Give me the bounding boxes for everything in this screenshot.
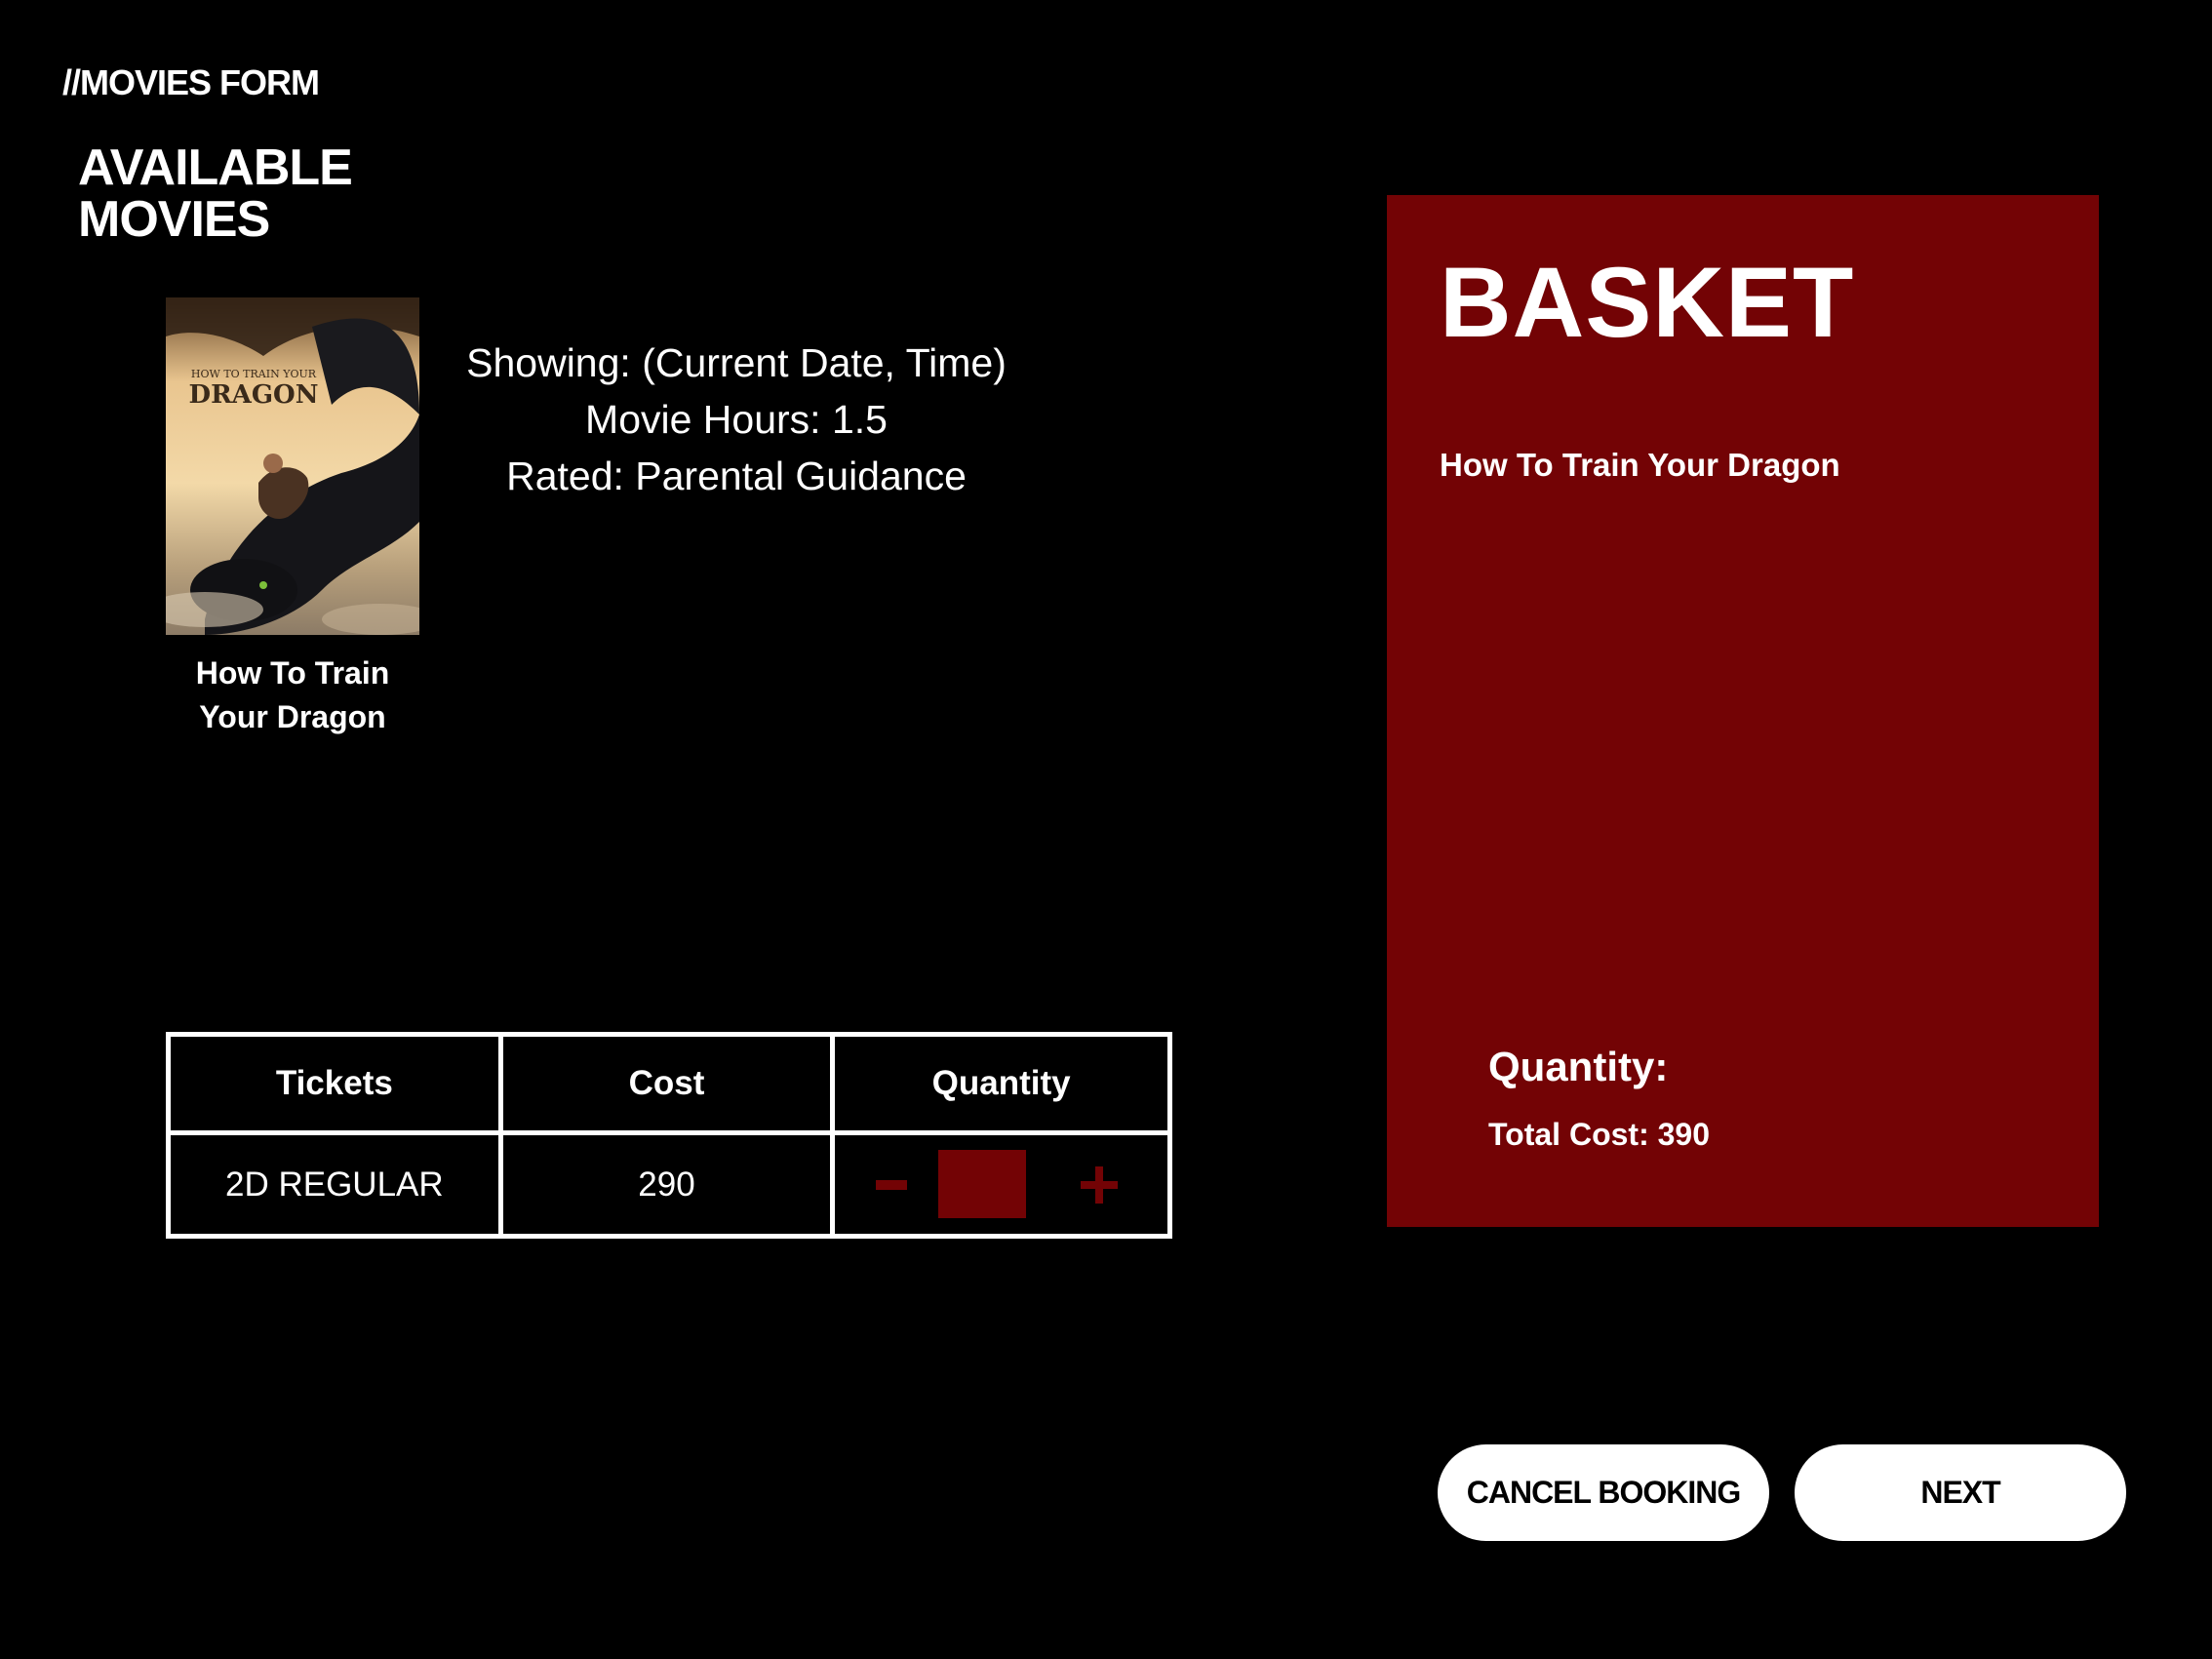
minus-icon bbox=[876, 1179, 908, 1190]
quantity-input[interactable] bbox=[938, 1150, 1027, 1218]
poster-title-big: DRAGON bbox=[189, 380, 319, 410]
ticket-cost-cell: 290 bbox=[503, 1135, 836, 1234]
basket-total-cost: Total Cost: 390 bbox=[1488, 1117, 1710, 1152]
column-header-tickets: Tickets bbox=[171, 1037, 503, 1135]
cancel-booking-button[interactable]: CANCEL BOOKING bbox=[1438, 1444, 1769, 1541]
page-title-line1: AVAILABLE bbox=[78, 139, 353, 196]
column-header-quantity: Quantity bbox=[835, 1037, 1167, 1135]
basket-quantity-label: Quantity: bbox=[1488, 1044, 1669, 1089]
movie-caption-line2: Your Dragon bbox=[199, 699, 386, 734]
next-button[interactable]: NEXT bbox=[1795, 1444, 2126, 1541]
quantity-increase-button[interactable] bbox=[1080, 1165, 1119, 1205]
page-title: AVAILABLE MOVIES bbox=[78, 139, 353, 248]
page-title-line2: MOVIES bbox=[78, 191, 270, 248]
quantity-stepper bbox=[835, 1135, 1167, 1234]
basket-title: BASKET bbox=[1440, 247, 1855, 358]
movie-caption: How To Train Your Dragon bbox=[146, 652, 439, 739]
movie-poster[interactable]: HOW TO TRAIN YOUR DRAGON bbox=[166, 297, 419, 635]
movie-caption-line1: How To Train bbox=[195, 655, 390, 691]
basket-item: How To Train Your Dragon bbox=[1440, 447, 1840, 483]
breadcrumb: //MOVIES FORM bbox=[62, 62, 320, 102]
quantity-cell bbox=[835, 1135, 1167, 1234]
ticket-table: Tickets Cost Quantity 2D REGULAR 290 bbox=[166, 1032, 1172, 1239]
movie-info: Showing: (Current Date, Time) Movie Hour… bbox=[429, 335, 1044, 504]
poster-title-small: HOW TO TRAIN YOUR bbox=[191, 368, 317, 380]
ticket-type-cell: 2D REGULAR bbox=[171, 1135, 503, 1234]
movie-hours: Movie Hours: 1.5 bbox=[585, 397, 888, 442]
quantity-decrease-button[interactable] bbox=[872, 1165, 911, 1205]
basket-panel: BASKET How To Train Your Dragon Quantity… bbox=[1387, 195, 2099, 1227]
movie-rating: Rated: Parental Guidance bbox=[506, 454, 967, 498]
plus-icon bbox=[1080, 1165, 1118, 1204]
movie-showing: Showing: (Current Date, Time) bbox=[466, 340, 1007, 385]
column-header-cost: Cost bbox=[502, 1037, 836, 1135]
